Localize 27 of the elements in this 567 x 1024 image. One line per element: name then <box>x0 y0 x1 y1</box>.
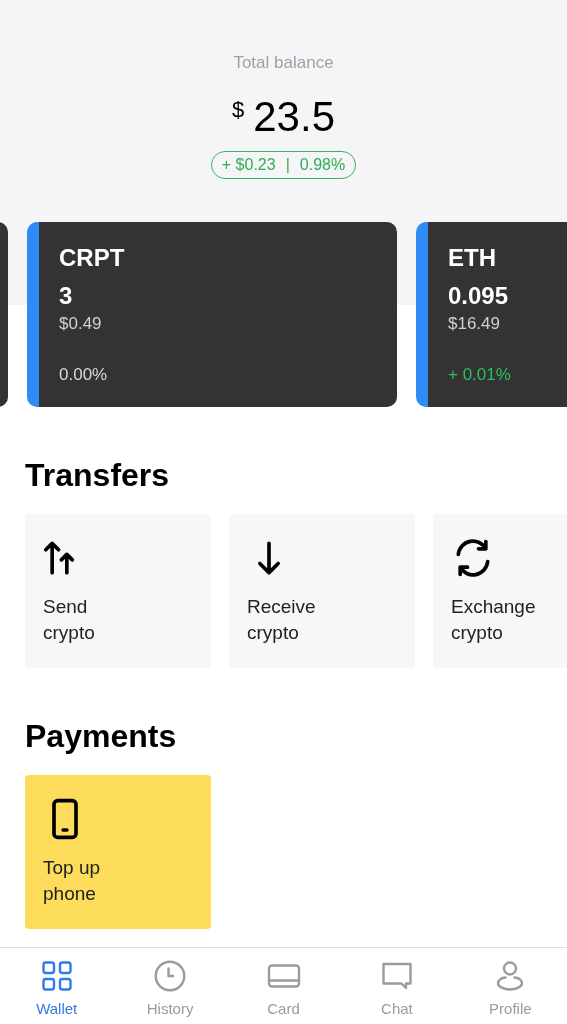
asset-amount: 0.095 <box>448 282 510 310</box>
asset-amount: 3 <box>59 282 74 310</box>
asset-value: $16.49 <box>448 314 501 334</box>
asset-symbol: CRPT <box>59 244 126 272</box>
change-percent: 0.98% <box>299 156 346 174</box>
action-label: Send crypto <box>43 595 96 645</box>
action-label: Top up phone <box>43 856 102 906</box>
separator: | <box>285 156 290 174</box>
section-title: Transfers <box>25 457 171 494</box>
tab-item[interactable]: Wallet <box>0 948 114 1024</box>
change-amount: + $0.23 <box>221 156 276 174</box>
action-label: Exchange crypto <box>451 595 537 645</box>
asset-change: 0.00% <box>59 365 109 385</box>
action-label: Receive crypto <box>247 595 317 645</box>
balance-label: Total balance <box>233 53 334 73</box>
action-tile[interactable]: Receive crypto <box>229 514 415 668</box>
asset-change: + 0.01% <box>448 365 512 385</box>
asset-value: $0.49 <box>59 314 103 334</box>
action-tile[interactable]: Send crypto <box>25 514 211 668</box>
action-tile[interactable]: Exchange crypto <box>433 514 567 668</box>
balance-amount: 23.5 <box>253 95 335 139</box>
action-tile[interactable]: Top up phone <box>25 775 211 929</box>
asset-symbol: ETH <box>448 244 497 272</box>
currency-sign: $ <box>232 97 245 123</box>
section-title: Payments <box>25 718 178 755</box>
asset-card[interactable]: ETH 0.095 $16.49 + 0.01% <box>416 222 567 407</box>
asset-card[interactable]: CRPT 3 $0.49 0.00% <box>27 222 397 407</box>
